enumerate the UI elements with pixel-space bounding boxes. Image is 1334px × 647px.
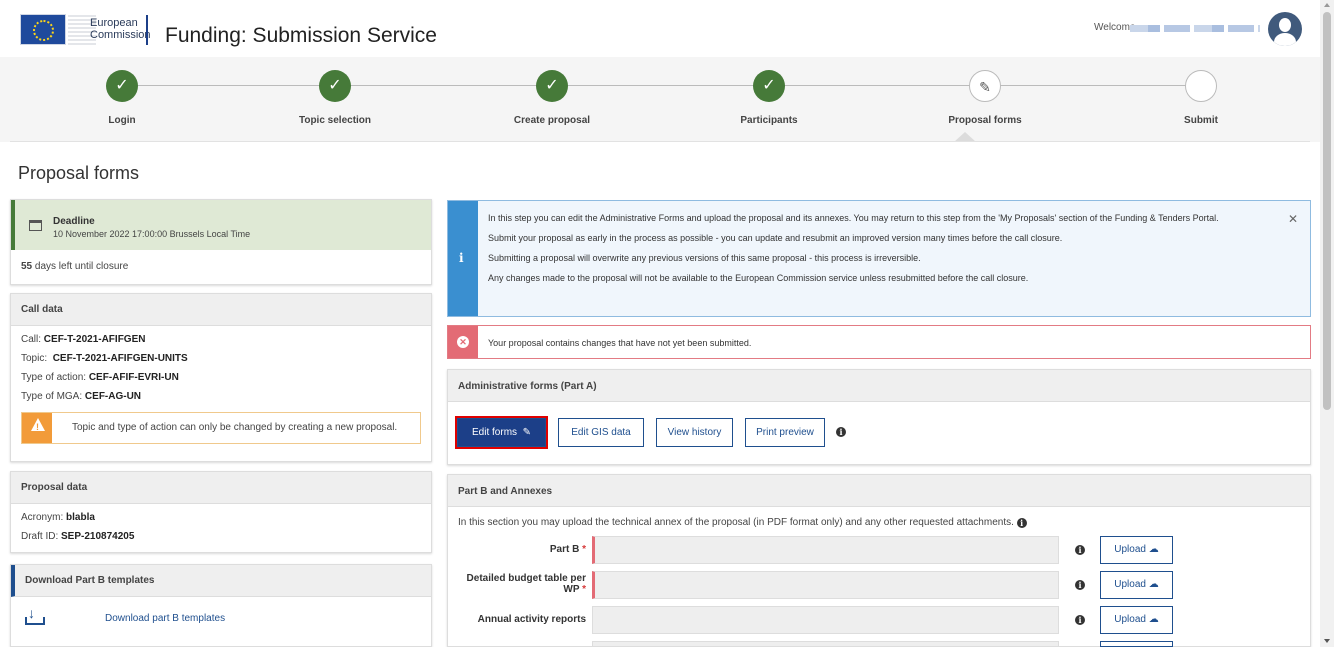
- cloud-upload-icon: ☁: [1148, 614, 1159, 625]
- info-icon: i: [448, 201, 478, 316]
- call-data-panel: Call data Call: CEF-T-2021-AFIFGEN Topic…: [10, 293, 432, 462]
- part-b-file-field[interactable]: [592, 536, 1059, 564]
- redacted-username: [1130, 25, 1260, 32]
- download-heading: Download Part B templates: [11, 565, 431, 597]
- mga-line: Type of MGA: CEF-AG-UN: [21, 391, 142, 402]
- logo-line2: Commission: [90, 29, 151, 41]
- scroll-up-icon[interactable]: [1324, 3, 1330, 7]
- view-history-button[interactable]: View history: [656, 418, 733, 447]
- info-line: Submitting a proposal will overwrite any…: [488, 253, 921, 263]
- download-templates-link[interactable]: Download part B templates: [105, 613, 225, 624]
- calendar-icon: [29, 220, 42, 231]
- step-participants[interactable]: ✓ Participants: [669, 70, 869, 126]
- pencil-icon: ✎: [519, 427, 531, 438]
- admin-forms-heading: Administrative forms (Part A): [448, 370, 1310, 402]
- part-b-label: Part B *: [549, 544, 586, 555]
- step-topic-selection[interactable]: ✓ Topic selection: [235, 70, 435, 126]
- next-upload-button[interactable]: [1100, 641, 1173, 647]
- step-proposal-forms[interactable]: ✎ Proposal forms: [885, 70, 1085, 126]
- close-icon[interactable]: ✕: [1288, 212, 1298, 226]
- info-icon[interactable]: i: [1075, 615, 1085, 625]
- user-avatar-icon[interactable]: [1268, 12, 1302, 46]
- draft-id-line: Draft ID: SEP-210874205: [21, 531, 135, 542]
- edit-forms-button[interactable]: Edit forms ✎: [455, 416, 548, 449]
- topic-warning: Topic and type of action can only be cha…: [21, 412, 421, 444]
- admin-forms-card: Administrative forms (Part A): [447, 369, 1311, 465]
- eu-flag-icon: [20, 14, 66, 45]
- warning-icon: [22, 413, 52, 443]
- budget-table-label: Detailed budget table per WP *: [466, 573, 586, 595]
- check-icon: ✓: [536, 70, 568, 102]
- deadline-date: 10 November 2022 17:00:00 Brussels Local…: [53, 229, 251, 239]
- deadline-panel: Deadline 10 November 2022 17:00:00 Bruss…: [10, 199, 432, 285]
- proposal-data-heading: Proposal data: [11, 472, 431, 504]
- info-icon[interactable]: i: [1075, 580, 1085, 590]
- check-icon: ✓: [319, 70, 351, 102]
- info-line: In this step you can edit the Administra…: [488, 213, 1219, 223]
- info-icon[interactable]: i: [1016, 518, 1027, 528]
- upload-annual-reports-button[interactable]: Upload ☁: [1100, 606, 1173, 634]
- next-file-field[interactable]: [592, 641, 1059, 647]
- download-icon[interactable]: [25, 605, 45, 625]
- topic-line: Topic: CEF-T-2021-AFIFGEN-UNITS: [21, 353, 188, 364]
- part-b-heading: Part B and Annexes: [448, 475, 1310, 507]
- download-templates-panel: Download Part B templates Download part …: [10, 564, 432, 647]
- info-icon[interactable]: i: [836, 427, 846, 437]
- proposal-data-panel: Proposal data Acronym: blabla Draft ID: …: [10, 471, 432, 553]
- topic-link[interactable]: CEF-T-2021-AFIFGEN-UNITS: [53, 353, 188, 364]
- edit-gis-data-button[interactable]: Edit GIS data: [558, 418, 644, 447]
- app-title: Funding: Submission Service: [165, 24, 437, 47]
- pencil-icon: ✎: [969, 70, 1001, 102]
- budget-table-file-field[interactable]: [592, 571, 1059, 599]
- part-b-intro: In this section you may upload the techn…: [458, 517, 1027, 528]
- annual-reports-file-field[interactable]: [592, 606, 1059, 634]
- info-line: Submit your proposal as early in the pro…: [488, 233, 1063, 243]
- action-line: Type of action: CEF-AFIF-EVRI-UN: [21, 372, 179, 383]
- annual-reports-label: Annual activity reports: [477, 614, 586, 625]
- app-header: European Commission Funding: Submission …: [0, 0, 1320, 57]
- upload-part-b-button[interactable]: Upload ☁: [1100, 536, 1173, 564]
- step-create-proposal[interactable]: ✓ Create proposal: [452, 70, 652, 126]
- check-icon: ✓: [753, 70, 785, 102]
- call-data-heading: Call data: [11, 294, 431, 326]
- info-line: Any changes made to the proposal will no…: [488, 273, 1029, 283]
- unsubmitted-changes-alert: ✕ Your proposal contains changes that ha…: [447, 325, 1311, 359]
- info-icon[interactable]: i: [1075, 545, 1085, 555]
- print-preview-button[interactable]: Print preview: [745, 418, 825, 447]
- upload-budget-table-button[interactable]: Upload ☁: [1100, 571, 1173, 599]
- call-line: Call: CEF-T-2021-AFIFGEN: [21, 334, 146, 345]
- logo-line1: European: [90, 17, 138, 29]
- step-login[interactable]: ✓ Login: [22, 70, 222, 126]
- page-title: Proposal forms: [18, 163, 140, 183]
- info-message: i In this step you can edit the Administ…: [447, 200, 1311, 317]
- european-commission-logo[interactable]: European Commission: [20, 12, 151, 48]
- deadline-title: Deadline: [53, 216, 95, 227]
- scroll-thumb[interactable]: [1323, 12, 1331, 410]
- cloud-upload-icon: ☁: [1148, 544, 1159, 555]
- scroll-down-icon[interactable]: [1324, 639, 1330, 643]
- days-left: 55 days left until closure: [21, 261, 129, 272]
- acronym-line: Acronym: blabla: [21, 512, 95, 523]
- step-submit[interactable]: Submit: [1101, 70, 1301, 126]
- empty-circle-icon: [1185, 70, 1217, 102]
- page-scrollbar[interactable]: [1320, 0, 1334, 647]
- error-icon: ✕: [457, 336, 469, 348]
- cloud-upload-icon: ☁: [1148, 579, 1159, 590]
- check-icon: ✓: [106, 70, 138, 102]
